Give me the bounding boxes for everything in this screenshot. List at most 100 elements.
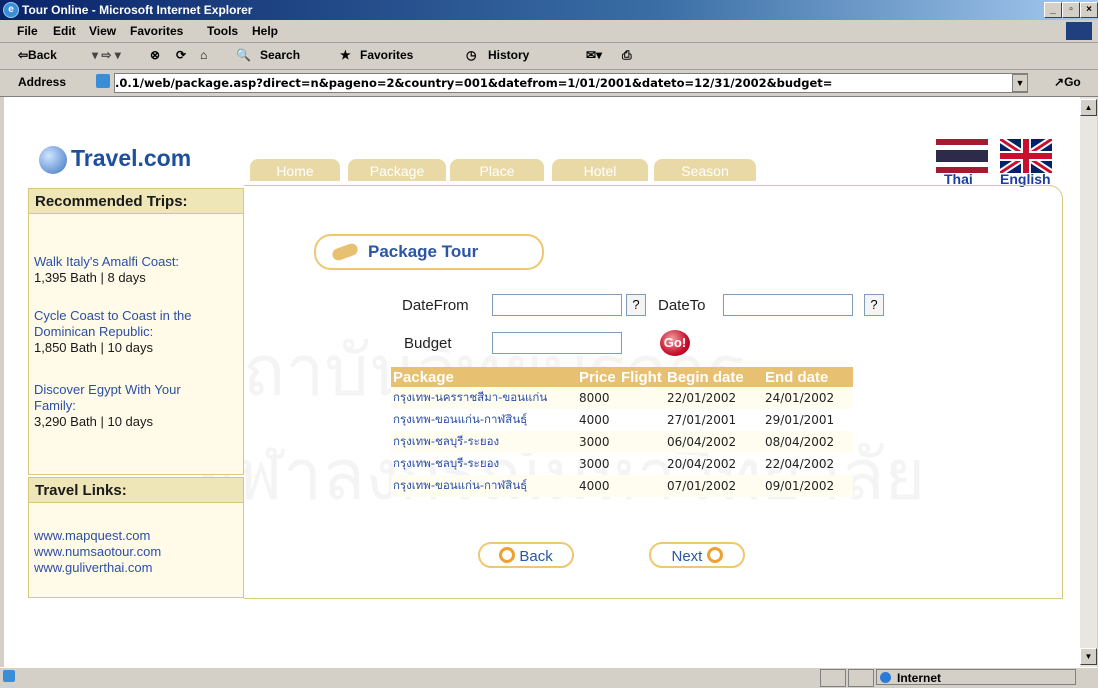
thai-flag-icon[interactable] xyxy=(936,139,988,173)
toolbar: ⇦Back ▾ ⇨ ▾ ⊗ ⟳ ⌂ 🔍 Search ★ Favorites ◷… xyxy=(0,43,1098,70)
site-logo[interactable]: Travel.com xyxy=(39,145,191,174)
favorites-button[interactable]: Favorites xyxy=(360,48,413,62)
nav-place[interactable]: Place xyxy=(450,159,544,181)
window-title-bar: e Tour Online - Microsoft Internet Explo… xyxy=(0,0,1098,20)
search-icon[interactable]: 🔍 xyxy=(236,48,251,62)
cell-price: 4000 xyxy=(579,413,610,427)
trip-title[interactable]: Walk Italy's Amalfi Coast: xyxy=(34,254,179,269)
airplane-icon xyxy=(330,241,360,263)
stop-icon[interactable]: ⊗ xyxy=(150,48,160,62)
cell-price: 8000 xyxy=(577,387,619,409)
cell-package[interactable]: กรุงเทพ-ชลบุรี-ระยอง xyxy=(391,453,577,475)
link-guliverthai[interactable]: www.guliverthai.com xyxy=(34,560,161,576)
cell-begin-date: 07/01/2002 xyxy=(665,475,763,497)
col-begin-date: Begin date xyxy=(665,367,763,387)
search-button[interactable]: Search xyxy=(260,48,300,62)
next-label: Next xyxy=(671,548,703,565)
close-button[interactable]: × xyxy=(1080,2,1098,18)
link-mapquest[interactable]: www.mapquest.com xyxy=(34,528,161,544)
date-to-input[interactable] xyxy=(723,294,853,316)
menu-file[interactable]: File xyxy=(17,24,38,38)
vertical-scrollbar[interactable]: ▲ ▼ xyxy=(1080,97,1097,667)
menu-bar: File Edit View Favorites Tools Help xyxy=(0,20,1098,43)
back-button[interactable]: ⇦Back xyxy=(18,48,57,62)
trip-detail: 1,395 Bath | 8 days xyxy=(34,270,146,285)
minimize-button[interactable]: _ xyxy=(1044,2,1062,18)
col-package: Package xyxy=(391,367,577,387)
trip-item[interactable]: Cycle Coast to Coast in the Dominican Re… xyxy=(34,308,234,356)
cell-begin-date: 20/04/2002 xyxy=(667,457,737,471)
cell-end-date: 09/01/2002 xyxy=(763,475,853,497)
status-panel xyxy=(848,669,874,687)
menu-edit[interactable]: Edit xyxy=(53,24,76,38)
cell-end-date: 22/04/2002 xyxy=(765,457,835,471)
forward-button[interactable]: ▾ ⇨ ▾ xyxy=(92,48,121,62)
table-row[interactable]: กรุงเทพ-ชลบุรี-ระยอง 3000 20/04/2002 22/… xyxy=(391,453,853,475)
menu-view[interactable]: View xyxy=(89,24,116,38)
windows-logo xyxy=(1066,22,1092,40)
travel-links: www.mapquest.com www.numsaotour.com www.… xyxy=(34,528,161,576)
date-to-picker-button[interactable]: ? xyxy=(864,294,884,316)
cell-package[interactable]: กรุงเทพ-ชลบุรี-ระยอง xyxy=(391,431,577,453)
cell-package[interactable]: กรุงเทพ-นครราชสีมา-ขอนแก่น xyxy=(391,387,577,409)
window-title: Tour Online - Microsoft Internet Explore… xyxy=(22,3,253,17)
scroll-up-icon[interactable]: ▲ xyxy=(1080,99,1097,116)
menu-tools[interactable]: Tools xyxy=(207,24,238,38)
address-label: Address xyxy=(18,75,67,89)
trip-item[interactable]: Discover Egypt With Your Family: 3,290 Ba… xyxy=(34,382,204,430)
table-row[interactable]: กรุงเทพ-นครราชสีมา-ขอนแก่น 8000 22/01/20… xyxy=(391,387,853,409)
next-arrow-icon xyxy=(706,547,723,563)
refresh-icon[interactable]: ⟳ xyxy=(176,48,186,62)
col-price: Price xyxy=(577,367,619,387)
table-row[interactable]: กรุงเทพ-ชลบุรี-ระยอง 3000 06/04/2002 08/… xyxy=(391,431,853,453)
go-button[interactable]: Go! xyxy=(660,330,690,356)
nav-home[interactable]: Home xyxy=(250,159,340,181)
mail-icon[interactable]: ✉▾ xyxy=(586,48,602,62)
back-page-button[interactable]: Back xyxy=(478,542,574,568)
go-label: Go xyxy=(1064,75,1081,89)
scroll-down-icon[interactable]: ▼ xyxy=(1080,648,1097,665)
trip-item[interactable]: Walk Italy's Amalfi Coast: 1,395 Bath | 8… xyxy=(34,254,244,286)
address-dropdown-icon[interactable]: ▼ xyxy=(1012,74,1028,92)
menu-help[interactable]: Help xyxy=(252,24,278,38)
table-header-row: Package Price Flight Begin date End date xyxy=(391,367,853,387)
cell-package[interactable]: กรุงเทพ-ขอนแก่น-กาฬสินธุ์ xyxy=(391,475,577,497)
nav-season[interactable]: Season xyxy=(654,159,756,181)
cell-begin-date: 27/01/2001 xyxy=(667,413,737,427)
uk-flag-icon[interactable] xyxy=(1000,139,1052,173)
cell-package[interactable]: กรุงเทพ-ขอนแก่น-กาฬสินธุ์ xyxy=(391,409,577,431)
go-button[interactable]: ↗Go xyxy=(1054,75,1081,89)
cell-end-date: 29/01/2001 xyxy=(765,413,835,427)
date-from-label: DateFrom xyxy=(402,297,469,314)
nav-hotel[interactable]: Hotel xyxy=(552,159,648,181)
trip-title[interactable]: Cycle Coast to Coast in the Dominican Re… xyxy=(34,308,192,339)
address-input[interactable]: ​.0.1/web/package.asp?direct=n&pageno=2&… xyxy=(114,73,1028,93)
home-icon[interactable]: ⌂ xyxy=(200,48,207,62)
budget-input[interactable] xyxy=(492,332,622,354)
table-row[interactable]: กรุงเทพ-ขอนแก่น-กาฬสินธุ์ 4000 27/01/200… xyxy=(391,409,853,431)
history-icon[interactable]: ◷ xyxy=(466,48,476,62)
history-button[interactable]: History xyxy=(488,48,529,62)
cell-flight xyxy=(619,409,665,431)
date-to-label: DateTo xyxy=(658,297,706,314)
package-tour-title: Package Tour xyxy=(368,242,479,261)
trip-detail: 3,290 Bath | 10 days xyxy=(34,414,154,429)
cell-price: 3000 xyxy=(577,431,619,453)
status-panel xyxy=(820,669,846,687)
link-numsaotour[interactable]: www.numsaotour.com xyxy=(34,544,161,560)
col-flight: Flight xyxy=(619,367,665,387)
favorites-icon[interactable]: ★ xyxy=(340,48,351,62)
print-icon[interactable]: ⎙ xyxy=(622,48,632,63)
trip-title[interactable]: Discover Egypt With Your Family: xyxy=(34,382,181,413)
table-row[interactable]: กรุงเทพ-ขอนแก่น-กาฬสินธุ์ 4000 07/01/200… xyxy=(391,475,853,497)
back-label: Back xyxy=(519,548,553,565)
date-from-picker-button[interactable]: ? xyxy=(626,294,646,316)
maximize-button[interactable]: ▫ xyxy=(1062,2,1080,18)
back-arrow-icon xyxy=(499,547,516,563)
date-from-input[interactable] xyxy=(492,294,622,316)
nav-package[interactable]: Package xyxy=(348,159,446,181)
next-page-button[interactable]: Next xyxy=(649,542,745,568)
menu-favorites[interactable]: Favorites xyxy=(130,24,183,38)
col-end-date: End date xyxy=(763,367,853,387)
cell-end-date: 24/01/2002 xyxy=(763,387,853,409)
